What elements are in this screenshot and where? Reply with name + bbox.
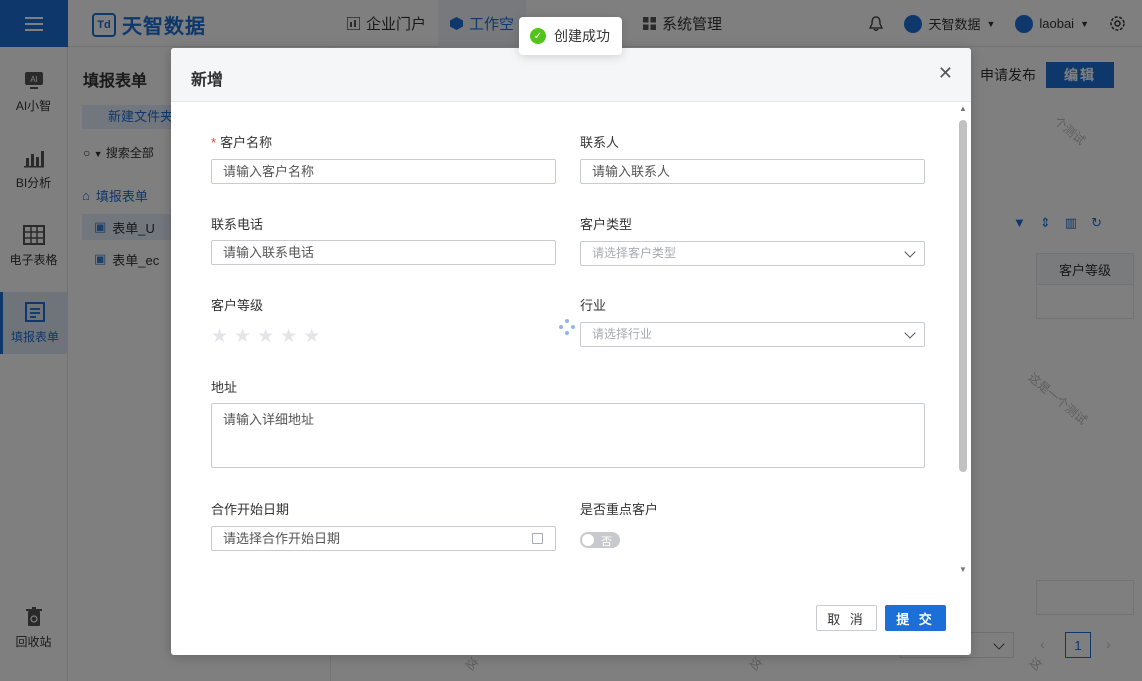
start-date-picker[interactable]: 请选择合作开始日期 — [211, 526, 556, 551]
scroll-up-icon[interactable]: ▲ — [958, 104, 968, 113]
calendar-icon — [532, 533, 543, 544]
phone-label: 联系电话 — [211, 217, 264, 232]
key-customer-toggle[interactable]: 否 — [580, 532, 620, 548]
address-label: 地址 — [211, 380, 238, 395]
customer-type-select[interactable]: 请选择客户类型 — [580, 241, 925, 266]
customer-name-input[interactable]: 请输入客户名称 — [211, 159, 556, 184]
star-icon[interactable]: ★ — [280, 325, 297, 348]
star-icon[interactable]: ★ — [303, 325, 320, 348]
star-icon[interactable]: ★ — [234, 325, 251, 348]
loading-icon — [559, 319, 575, 335]
label-text: 客户名称 — [220, 135, 273, 150]
toggle-knob — [582, 534, 594, 546]
chevron-down-icon — [904, 246, 916, 258]
dialog-title: 新增 — [191, 72, 224, 89]
customer-type-label: 客户类型 — [580, 217, 633, 232]
customer-name-label: * 客户名称 — [211, 132, 272, 151]
phone-input[interactable]: 请输入联系电话 — [211, 240, 556, 265]
address-textarea[interactable]: 请输入详细地址 — [211, 403, 925, 468]
check-circle-icon: ✓ — [530, 28, 546, 44]
success-toast: ✓ 创建成功 — [519, 17, 622, 55]
select-placeholder: 请选择行业 — [592, 327, 653, 341]
contact-label: 联系人 — [580, 135, 620, 150]
chevron-down-icon — [904, 327, 916, 339]
level-label: 客户等级 — [211, 298, 264, 313]
star-icon[interactable]: ★ — [257, 325, 274, 348]
add-dialog: 新增 ✕ ▲ ▼ * 客户名称 请输入客户名称 联系人 请输入联系人 联系电话 请… — [171, 48, 971, 655]
scroll-thumb[interactable] — [959, 120, 967, 472]
submit-button[interactable]: 提 交 — [885, 605, 946, 631]
star-icon[interactable]: ★ — [211, 325, 228, 348]
contact-input[interactable]: 请输入联系人 — [580, 159, 925, 184]
dialog-header: 新增 ✕ — [171, 48, 971, 102]
cancel-button[interactable]: 取 消 — [816, 605, 877, 631]
required-mark: * — [211, 135, 217, 150]
toggle-text: 否 — [601, 536, 612, 548]
industry-select[interactable]: 请选择行业 — [580, 322, 925, 347]
industry-label: 行业 — [580, 298, 607, 313]
level-rating[interactable]: ★ ★ ★ ★ ★ — [211, 325, 320, 348]
select-placeholder: 请选择客户类型 — [592, 246, 677, 260]
close-icon[interactable]: ✕ — [938, 63, 953, 84]
dialog-scrollbar[interactable]: ▲ ▼ — [958, 104, 968, 576]
key-customer-label: 是否重点客户 — [580, 502, 659, 517]
start-date-label: 合作开始日期 — [211, 502, 290, 517]
date-placeholder: 请选择合作开始日期 — [223, 531, 341, 546]
toast-message: 创建成功 — [554, 28, 610, 44]
scroll-down-icon[interactable]: ▼ — [958, 565, 968, 574]
